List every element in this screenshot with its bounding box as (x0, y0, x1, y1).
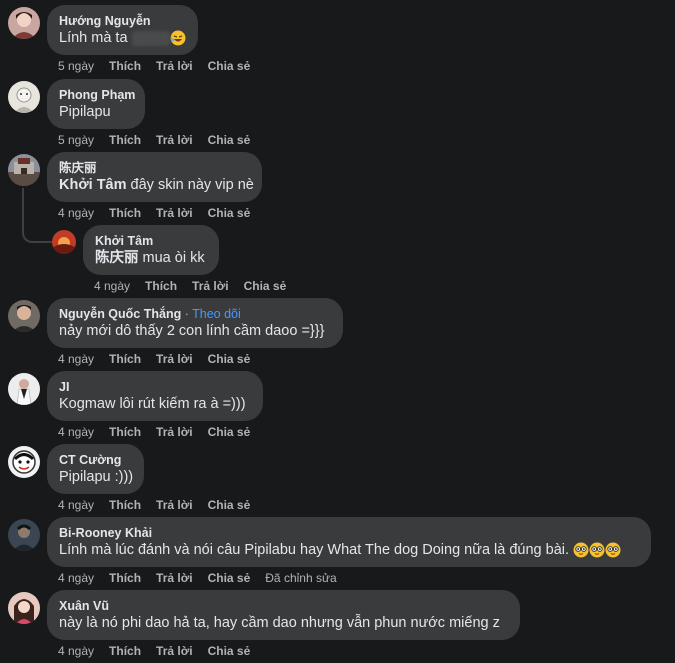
comment-author[interactable]: CT Cường (59, 452, 132, 468)
comment-text: Lính mà lúc đánh và nói câu Pipilabu hay… (59, 541, 639, 560)
comment-text: 陈庆丽 mua òi kk (95, 249, 207, 268)
comment-author[interactable]: JI (59, 379, 251, 395)
comment-text: Lính mà ta (59, 29, 186, 48)
comment-actions: 4 ngày Thích Trả lời Chia sẻ (94, 278, 301, 294)
comment-text: Kogmaw lôi rút kiếm ra à =))) (59, 396, 246, 412)
comment-actions: 4 ngày Thích Trả lời Chia sẻ (58, 351, 265, 367)
comment-bubble: Phong Phạm Pipilapu (47, 79, 145, 129)
nerd-emoji-icon (573, 542, 589, 558)
comment-time[interactable]: 4 ngày (58, 571, 94, 585)
share-button[interactable]: Chia sẻ (244, 279, 287, 293)
like-button[interactable]: Thích (109, 133, 141, 147)
share-button[interactable]: Chia sẻ (208, 206, 251, 220)
nerd-emoji-icon (589, 542, 605, 558)
comment-bubble: Bi-Rooney Khải Lính mà lúc đánh và nói c… (47, 517, 651, 567)
comment-text-content: đây skin này vip nè (130, 177, 254, 193)
thread-connector (22, 188, 54, 243)
comment-actions: 5 ngày Thích Trả lời Chia sẻ (58, 58, 265, 74)
avatar[interactable] (52, 230, 76, 254)
comment-bubble: Hướng Nguyễn Lính mà ta (47, 5, 198, 55)
comment-text: Pipilapu (59, 104, 111, 120)
comment-bubble: Xuân Vũ này là nó phi dao hả ta, hay cầm… (47, 590, 520, 640)
comment-author[interactable]: 陈庆丽 (59, 160, 250, 176)
comment-time[interactable]: 4 ngày (94, 279, 130, 293)
like-button[interactable]: Thích (109, 206, 141, 220)
reply-button[interactable]: Trả lời (156, 352, 193, 366)
comment-bubble: CT Cường Pipilapu :))) (47, 444, 144, 494)
like-button[interactable]: Thích (109, 352, 141, 366)
comment-time[interactable]: 4 ngày (58, 644, 94, 658)
comment-feed: Hướng Nguyễn Lính mà ta 5 ngày Thích Trả l… (0, 0, 675, 663)
nerd-emoji-icon (605, 542, 621, 558)
edited-label[interactable]: Đã chỉnh sửa (265, 571, 336, 585)
comment-text-content: Lính mà lúc đánh và nói câu Pipilabu hay… (59, 542, 570, 558)
comment-time[interactable]: 5 ngày (58, 133, 94, 147)
like-button[interactable]: Thích (109, 425, 141, 439)
reply-button[interactable]: Trả lời (192, 279, 229, 293)
comment-author[interactable]: Xuân Vũ (59, 598, 508, 614)
blurred-content (131, 30, 170, 46)
share-button[interactable]: Chia sẻ (208, 425, 251, 439)
comment-text: nảy mới dô thấy 2 con lính cầm daoo =}}} (59, 323, 325, 339)
comment-time[interactable]: 4 ngày (58, 352, 94, 366)
share-button[interactable]: Chia sẻ (208, 133, 251, 147)
rofl-emoji-icon (170, 30, 186, 46)
comment-text-content: mua òi kk (142, 250, 205, 266)
like-button[interactable]: Thích (109, 644, 141, 658)
share-button[interactable]: Chia sẻ (208, 571, 251, 585)
comment-bubble: Nguyễn Quốc Thắng · Theo dõi nảy mới dô … (47, 298, 343, 348)
comment-bubble: 陈庆丽 Khởi Tâm đây skin này vip nè (47, 152, 262, 202)
share-button[interactable]: Chia sẻ (208, 644, 251, 658)
like-button[interactable]: Thích (109, 59, 141, 73)
comment-actions: 4 ngày Thích Trả lời Chia sẻ Đã chỉnh sửa (58, 570, 352, 586)
comment-author[interactable]: Phong Phạm (59, 87, 135, 103)
like-button[interactable]: Thích (145, 279, 177, 293)
comment-author[interactable]: Bi-Rooney Khải (59, 525, 639, 541)
comment-time[interactable]: 4 ngày (58, 206, 94, 220)
avatar[interactable] (8, 519, 40, 551)
comment-time[interactable]: 4 ngày (58, 498, 94, 512)
comment-author[interactable]: Khởi Tâm (95, 233, 207, 249)
comment-actions: 4 ngày Thích Trả lời Chia sẻ (58, 424, 265, 440)
avatar[interactable] (8, 81, 40, 113)
comment-author-line: Nguyễn Quốc Thắng · Theo dõi (59, 307, 241, 321)
avatar[interactable] (8, 446, 40, 478)
mention-link[interactable]: Khởi Tâm (59, 177, 127, 193)
comment-author[interactable]: Nguyễn Quốc Thắng (59, 307, 181, 321)
avatar[interactable] (8, 154, 40, 186)
comment-actions: 4 ngày Thích Trả lời Chia sẻ (58, 497, 265, 513)
comment-text: này là nó phi dao hả ta, hay cầm dao như… (59, 615, 500, 631)
follow-button[interactable]: Theo dõi (192, 307, 241, 321)
avatar[interactable] (8, 300, 40, 332)
reply-button[interactable]: Trả lời (156, 59, 193, 73)
share-button[interactable]: Chia sẻ (208, 498, 251, 512)
comment-actions: 5 ngày Thích Trả lời Chia sẻ (58, 132, 265, 148)
reply-button[interactable]: Trả lời (156, 644, 193, 658)
avatar[interactable] (8, 592, 40, 624)
comment-actions: 4 ngày Thích Trả lời Chia sẻ (58, 643, 265, 659)
comment-time[interactable]: 5 ngày (58, 59, 94, 73)
like-button[interactable]: Thích (109, 498, 141, 512)
reply-button[interactable]: Trả lời (156, 425, 193, 439)
share-button[interactable]: Chia sẻ (208, 352, 251, 366)
comment-text: Pipilapu :))) (59, 469, 134, 485)
comment-bubble: JI Kogmaw lôi rút kiếm ra à =))) (47, 371, 263, 421)
share-button[interactable]: Chia sẻ (208, 59, 251, 73)
comment-time[interactable]: 4 ngày (58, 425, 94, 439)
reply-button[interactable]: Trả lời (156, 206, 193, 220)
mention-link[interactable]: 陈庆丽 (95, 250, 139, 266)
comment-actions: 4 ngày Thích Trả lời Chia sẻ (58, 205, 265, 221)
reply-button[interactable]: Trả lời (156, 133, 193, 147)
reply-button[interactable]: Trả lời (156, 498, 193, 512)
comment-bubble: Khởi Tâm 陈庆丽 mua òi kk (83, 225, 219, 275)
comment-text: Khởi Tâm đây skin này vip nè (59, 176, 254, 195)
reply-button[interactable]: Trả lời (156, 571, 193, 585)
avatar[interactable] (8, 7, 40, 39)
like-button[interactable]: Thích (109, 571, 141, 585)
avatar[interactable] (8, 373, 40, 405)
comment-author[interactable]: Hướng Nguyễn (59, 13, 186, 29)
comment-text-content: Lính mà ta (59, 30, 128, 46)
